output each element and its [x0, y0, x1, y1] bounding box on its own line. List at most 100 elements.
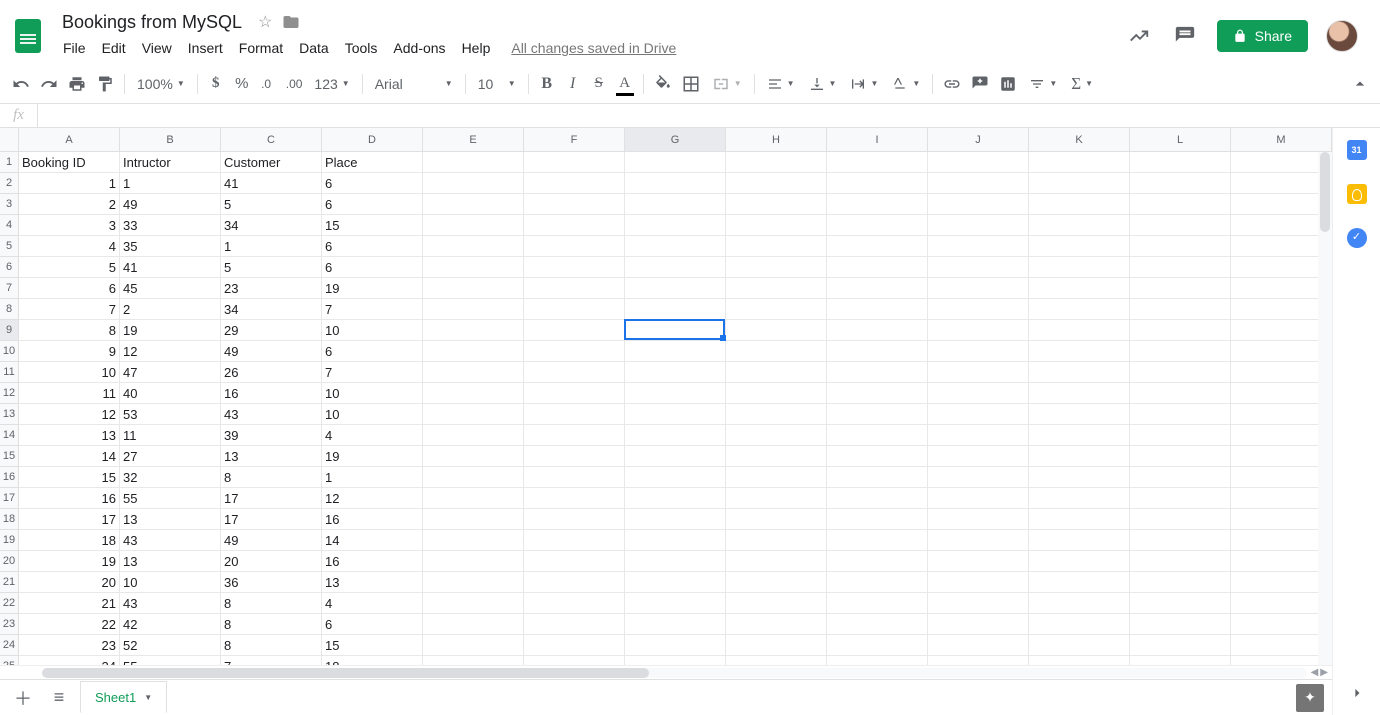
cell[interactable] [928, 404, 1029, 425]
cell[interactable] [1130, 425, 1231, 446]
move-folder-icon[interactable] [282, 13, 300, 31]
cell[interactable]: 41 [120, 257, 221, 278]
cell[interactable] [827, 362, 928, 383]
cell[interactable] [726, 551, 827, 572]
col-header-C[interactable]: C [221, 128, 322, 151]
cell[interactable] [928, 551, 1029, 572]
row-header[interactable]: 25 [0, 656, 18, 665]
row-header[interactable]: 24 [0, 635, 18, 656]
row-header[interactable]: 21 [0, 572, 18, 593]
cell[interactable] [726, 425, 827, 446]
sheet-tab[interactable]: Sheet1 ▼ [80, 681, 167, 713]
cell[interactable]: 1 [221, 236, 322, 257]
cell[interactable]: 12 [19, 404, 120, 425]
cell[interactable]: 47 [120, 362, 221, 383]
cell[interactable] [1130, 614, 1231, 635]
cell[interactable]: 20 [19, 572, 120, 593]
col-header-B[interactable]: B [120, 128, 221, 151]
cell[interactable] [1029, 194, 1130, 215]
valign-button[interactable]: ▼ [803, 76, 843, 92]
cell[interactable] [625, 257, 726, 278]
cell[interactable] [423, 299, 524, 320]
cell[interactable] [625, 656, 726, 665]
cell[interactable] [423, 467, 524, 488]
cell[interactable] [726, 446, 827, 467]
cell[interactable]: 1 [120, 173, 221, 194]
cell[interactable] [524, 299, 625, 320]
cell[interactable]: 49 [221, 530, 322, 551]
cell[interactable]: 55 [120, 656, 221, 665]
cell[interactable] [625, 467, 726, 488]
number-format-combo[interactable]: 123▼ [308, 76, 355, 92]
cell[interactable] [1029, 467, 1130, 488]
cell[interactable] [1231, 152, 1332, 173]
cell[interactable] [726, 341, 827, 362]
col-header-E[interactable]: E [423, 128, 524, 151]
cell[interactable]: 24 [19, 656, 120, 665]
cell[interactable] [928, 299, 1029, 320]
cell[interactable] [1130, 173, 1231, 194]
cell[interactable] [827, 341, 928, 362]
cell[interactable]: 8 [19, 320, 120, 341]
cell[interactable] [1029, 362, 1130, 383]
cell[interactable] [827, 404, 928, 425]
cell[interactable]: 14 [322, 530, 423, 551]
cell[interactable] [1130, 299, 1231, 320]
cell[interactable] [1130, 572, 1231, 593]
cell[interactable] [524, 194, 625, 215]
row-header[interactable]: 15 [0, 446, 18, 467]
cell[interactable] [423, 551, 524, 572]
cell[interactable] [1029, 593, 1130, 614]
cell[interactable] [726, 530, 827, 551]
cell[interactable] [928, 635, 1029, 656]
cell[interactable] [928, 488, 1029, 509]
cell[interactable]: 53 [120, 404, 221, 425]
cell[interactable] [423, 530, 524, 551]
vertical-scrollbar[interactable] [1318, 152, 1332, 665]
cell[interactable] [726, 383, 827, 404]
cell[interactable] [423, 173, 524, 194]
cell[interactable] [928, 278, 1029, 299]
cell[interactable] [726, 194, 827, 215]
cell[interactable]: 12 [120, 341, 221, 362]
account-avatar[interactable] [1326, 20, 1358, 52]
cell[interactable]: 21 [19, 593, 120, 614]
cell[interactable] [625, 173, 726, 194]
cell[interactable] [1029, 488, 1130, 509]
cell[interactable] [1130, 194, 1231, 215]
borders-button[interactable] [678, 71, 704, 97]
cell[interactable]: 39 [221, 425, 322, 446]
cell[interactable]: 23 [19, 635, 120, 656]
cell[interactable] [726, 488, 827, 509]
cell[interactable] [827, 383, 928, 404]
cell[interactable] [827, 215, 928, 236]
cell[interactable]: 6 [322, 614, 423, 635]
cell[interactable] [928, 383, 1029, 404]
cell[interactable] [1231, 530, 1332, 551]
cell[interactable] [524, 572, 625, 593]
cell[interactable] [524, 383, 625, 404]
cell[interactable]: 7 [322, 299, 423, 320]
cell[interactable]: 7 [19, 299, 120, 320]
cell[interactable]: 15 [322, 635, 423, 656]
cell[interactable] [1029, 257, 1130, 278]
cell[interactable] [827, 299, 928, 320]
cell[interactable] [827, 278, 928, 299]
menu-tools[interactable]: Tools [338, 36, 385, 60]
cell[interactable]: 17 [221, 509, 322, 530]
formula-input[interactable] [38, 108, 1380, 123]
cell[interactable] [726, 404, 827, 425]
font-size-combo[interactable]: 10▼ [472, 76, 522, 92]
cell[interactable] [423, 278, 524, 299]
cell[interactable]: 6 [322, 173, 423, 194]
cell[interactable] [1231, 551, 1332, 572]
select-all-corner[interactable] [0, 128, 19, 151]
cell[interactable] [1130, 257, 1231, 278]
cell[interactable] [726, 257, 827, 278]
col-header-I[interactable]: I [827, 128, 928, 151]
cell[interactable] [625, 530, 726, 551]
cell[interactable]: 34 [221, 215, 322, 236]
cell[interactable] [1231, 488, 1332, 509]
cell[interactable]: 34 [221, 299, 322, 320]
cell[interactable] [524, 425, 625, 446]
